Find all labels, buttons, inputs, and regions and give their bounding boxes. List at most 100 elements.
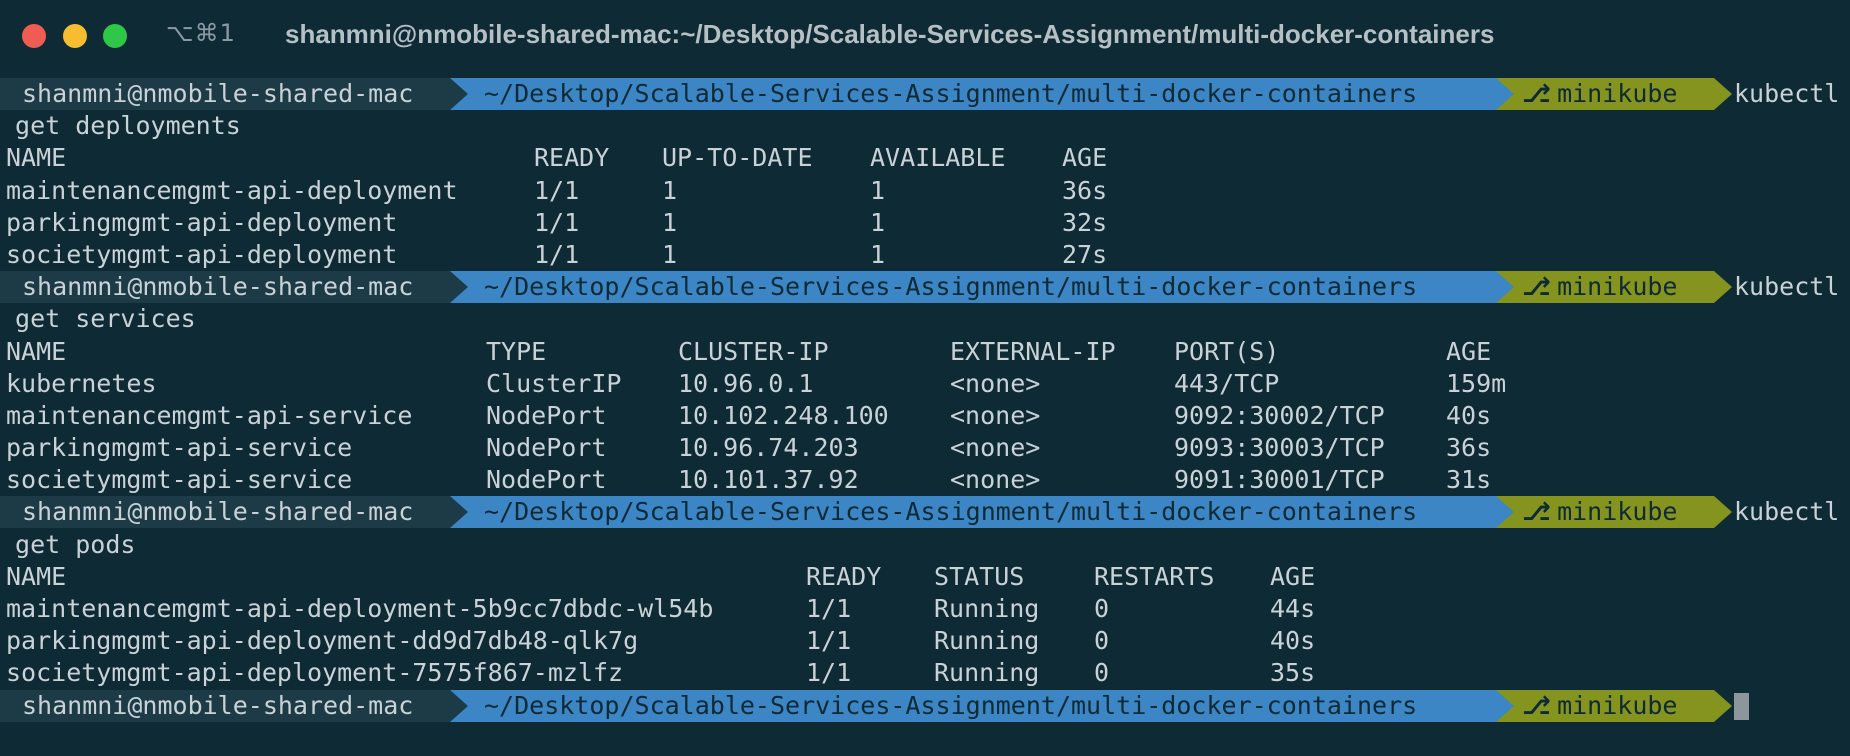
branch-icon: ⎇ [1522,79,1551,108]
prompt-line: shanmni@nmobile-shared-mac ~/Desktop/Sca… [0,689,1850,722]
table-cell: parkingmgmt-api-deployment-dd9d7db48-qlk… [6,626,639,656]
table-cell: 1 [662,207,678,237]
table-cell: 1 [662,175,678,205]
table-row: societymgmt-api-service NodePort 10.101.… [0,464,1850,496]
table-cell: 1 [870,239,886,269]
table-cell: 27s [1062,239,1108,269]
prompt-git: ⎇ minikube [1496,689,1714,722]
table-header: NAME READY UP-TO-DATE AVAILABLE AGE [0,142,1850,174]
prompt-path: ~/Desktop/Scalable-Services-Assignment/m… [450,78,1496,110]
terminal-window: ⌥⌘1 shanmni@nmobile-shared-mac:~/Desktop… [0,0,1850,756]
column-header: NAME [6,143,67,173]
prompt-user-host: shanmni@nmobile-shared-mac [0,271,450,304]
command-head: kubectl [1734,497,1840,527]
prompt-branch: minikube [1557,272,1678,302]
prompt-line: shanmni@nmobile-shared-mac ~/Desktop/Sca… [0,496,1850,529]
table-cell: Running [934,594,1040,623]
prompt-user-host: shanmni@nmobile-shared-mac [0,689,450,722]
column-header: AGE [1270,561,1316,591]
prompt-separator [450,78,468,110]
column-header: EXTERNAL-IP [950,336,1116,366]
table-cell: <none> [950,433,1041,463]
table-cell: 1 [870,175,886,205]
table-cell: 9091:30001/TCP [1174,465,1385,495]
minimize-button[interactable] [63,24,87,48]
table-cell: 36s [1446,433,1492,463]
table-cell: parkingmgmt-api-deployment [6,207,398,237]
table-cell: 159m [1446,368,1507,398]
table-row: maintenancemgmt-api-deployment 1/1 1 1 3… [0,175,1850,207]
prompt-path: ~/Desktop/Scalable-Services-Assignment/m… [450,689,1496,722]
table-cell: 1/1 [806,594,852,623]
table-cell: 0 [1094,658,1110,688]
window-title: shanmni@nmobile-shared-mac:~/Desktop/Sca… [285,19,1495,49]
branch-icon: ⎇ [1522,690,1551,720]
prompt-separator [450,689,468,722]
table-cell: 40s [1270,626,1316,656]
table-cell: societymgmt-api-deployment-7575f867-mzlf… [6,658,624,688]
command-tail: get deployments [0,111,241,141]
table-cell: <none> [950,400,1041,430]
prompt-path: ~/Desktop/Scalable-Services-Assignment/m… [450,271,1496,304]
title-bar: ⌥⌘1 shanmni@nmobile-shared-mac:~/Desktop… [0,0,1850,72]
prompt-separator [1496,78,1514,110]
prompt-git: ⎇ minikube [1496,271,1714,304]
column-header: READY [534,143,610,173]
table-cell: 1/1 [534,175,580,205]
prompt-separator [450,271,468,304]
table-cell: kubernetes [6,368,157,398]
column-header: TYPE [486,336,547,366]
table-cell: 32s [1062,207,1108,237]
table-cell: maintenancemgmt-api-service [6,400,413,430]
table-cell: parkingmgmt-api-service [6,433,353,463]
prompt-git: ⎇ minikube [1496,78,1714,110]
table-cell: 44s [1270,594,1316,623]
table-cell: 1/1 [806,658,852,688]
command-head: kubectl [1734,272,1840,302]
command-tail: get pods [0,529,136,559]
prompt-branch: minikube [1557,497,1678,527]
prompt-separator [450,496,468,529]
column-header: READY [806,561,882,591]
column-header: STATUS [934,561,1025,591]
table-cell: 443/TCP [1174,368,1280,398]
table-cell: 1 [662,239,678,269]
table-row: parkingmgmt-api-deployment-dd9d7db48-qlk… [0,625,1850,657]
command-head: kubectl [1734,79,1840,108]
window-shortcut: ⌥⌘1 [166,19,236,47]
command-continuation: get deployments [0,110,1850,142]
column-header: PORT(S) [1174,336,1280,366]
table-cell: <none> [950,465,1041,495]
column-header: AVAILABLE [870,143,1006,173]
table-cell: 36s [1062,175,1108,205]
command-continuation: get services [0,303,1850,335]
prompt-user-host: shanmni@nmobile-shared-mac [0,78,450,110]
table-cell: 40s [1446,400,1492,430]
prompt-branch: minikube [1557,690,1678,720]
column-header: CLUSTER-IP [678,336,829,366]
table-cell: NodePort [486,400,607,430]
prompt-separator [1714,689,1732,722]
table-cell: 1/1 [534,207,580,237]
prompt-separator [1714,78,1732,110]
table-cell: 35s [1270,658,1316,688]
column-header: AGE [1062,143,1108,173]
command-continuation: get pods [0,529,1850,561]
text-cursor[interactable] [1734,692,1749,720]
table-row: maintenancemgmt-api-deployment-5b9cc7dbd… [0,593,1850,625]
zoom-button[interactable] [103,24,127,48]
prompt-user-host: shanmni@nmobile-shared-mac [0,496,450,529]
table-row: maintenancemgmt-api-service NodePort 10.… [0,400,1850,432]
table-cell: 1/1 [806,626,852,656]
table-cell: maintenancemgmt-api-deployment [6,175,458,205]
prompt-separator [1714,271,1732,304]
close-button[interactable] [22,24,46,48]
terminal-output[interactable]: shanmni@nmobile-shared-mac ~/Desktop/Sca… [0,78,1850,722]
table-header: NAME TYPE CLUSTER-IP EXTERNAL-IP PORT(S)… [0,336,1850,368]
table-cell: Running [934,658,1040,688]
column-header: NAME [6,561,67,591]
prompt-branch: minikube [1557,79,1678,108]
command-tail: get services [0,304,196,334]
table-cell: 10.102.248.100 [678,400,889,430]
table-cell: NodePort [486,465,607,495]
